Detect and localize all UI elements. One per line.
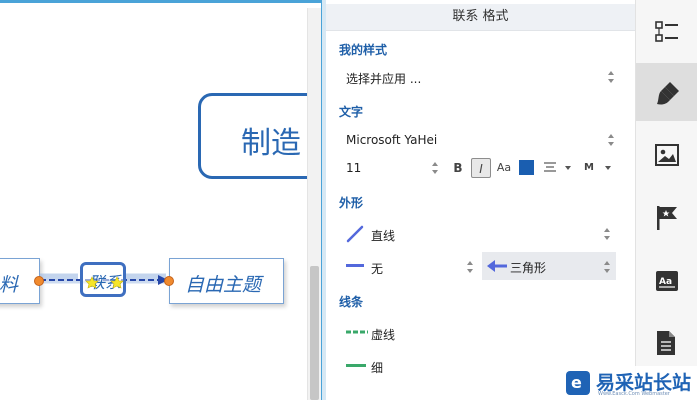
watermark: e 易采站长站 Www.Easck.Com Webmaster xyxy=(560,366,697,400)
paint-brush-icon xyxy=(657,82,679,105)
end-arrow-select[interactable]: 三角形 xyxy=(482,252,616,280)
align-center-icon[interactable] xyxy=(543,161,557,174)
bold-button[interactable]: B xyxy=(450,158,466,178)
section-my-style: 我的样式 xyxy=(339,43,388,57)
style-select[interactable]: 选择并应用 ... xyxy=(346,70,421,87)
section-shape: 外形 xyxy=(339,196,364,210)
style-select-spinner-icon[interactable] xyxy=(607,71,616,83)
format-panel: 联系 格式 我的样式 选择并应用 ... 文字 Microsoft YaHei … xyxy=(326,0,635,400)
sidebar-item-marker[interactable] xyxy=(636,188,697,246)
line-type-spinner-icon[interactable] xyxy=(603,228,612,240)
font-family-spinner-icon[interactable] xyxy=(607,134,616,146)
triangle-arrow-icon xyxy=(487,260,507,272)
text-color-swatch[interactable] xyxy=(519,160,534,175)
line-width-select[interactable]: 细 xyxy=(371,359,383,376)
panel-title: 联系 格式 xyxy=(326,4,635,31)
watermark-logo-icon: e xyxy=(566,371,590,395)
font-size-spinner-icon[interactable] xyxy=(431,162,440,174)
line-style-select[interactable]: 虚线 xyxy=(371,326,395,343)
sidebar-item-outline[interactable] xyxy=(636,3,697,61)
svg-text:Aa: Aa xyxy=(659,277,672,287)
sidebar-item-text[interactable]: Aa xyxy=(636,253,697,311)
document-icon xyxy=(657,331,675,355)
end-arrow-label: 三角形 xyxy=(510,261,547,275)
start-arrow-none-icon xyxy=(346,264,364,267)
text-aa-icon: Aa xyxy=(656,271,678,291)
outline-list-icon xyxy=(655,21,678,42)
sidebar-item-notes[interactable] xyxy=(636,313,697,371)
line-width-icon xyxy=(346,364,366,367)
font-family-select[interactable]: Microsoft YaHei xyxy=(346,133,437,147)
line-type-icon xyxy=(346,225,364,243)
flag-marker-icon xyxy=(657,206,677,230)
spacing-button[interactable]: M xyxy=(583,158,595,178)
canvas-scrollbar[interactable] xyxy=(307,8,322,400)
sidebar-item-format[interactable] xyxy=(636,63,697,121)
italic-button[interactable]: I xyxy=(471,158,491,178)
scrollbar-thumb[interactable] xyxy=(310,266,319,400)
watermark-subtext: Www.Easck.Com Webmaster xyxy=(598,391,670,397)
control-points[interactable] xyxy=(0,0,322,400)
end-arrow-spinner-icon[interactable] xyxy=(603,261,612,273)
start-arrow-select[interactable]: 无 xyxy=(371,260,383,277)
dashed-line-icon xyxy=(346,330,368,334)
start-arrow-spinner-icon[interactable] xyxy=(466,261,475,273)
image-icon xyxy=(655,144,679,166)
text-case-button[interactable]: Aa xyxy=(494,158,514,178)
sidebar-tabs: Aa xyxy=(635,0,697,400)
font-size-input[interactable]: 11 xyxy=(346,161,361,175)
section-line: 线条 xyxy=(339,295,364,309)
align-dropdown-chevron-down-icon[interactable] xyxy=(565,166,571,170)
sidebar-item-image[interactable] xyxy=(636,127,697,185)
mindmap-canvas[interactable]: 制造 料 自由主题 联系 xyxy=(0,0,322,400)
section-text: 文字 xyxy=(339,105,364,119)
line-type-select[interactable]: 直线 xyxy=(371,227,395,244)
spacing-dropdown-chevron-down-icon[interactable] xyxy=(605,166,611,170)
